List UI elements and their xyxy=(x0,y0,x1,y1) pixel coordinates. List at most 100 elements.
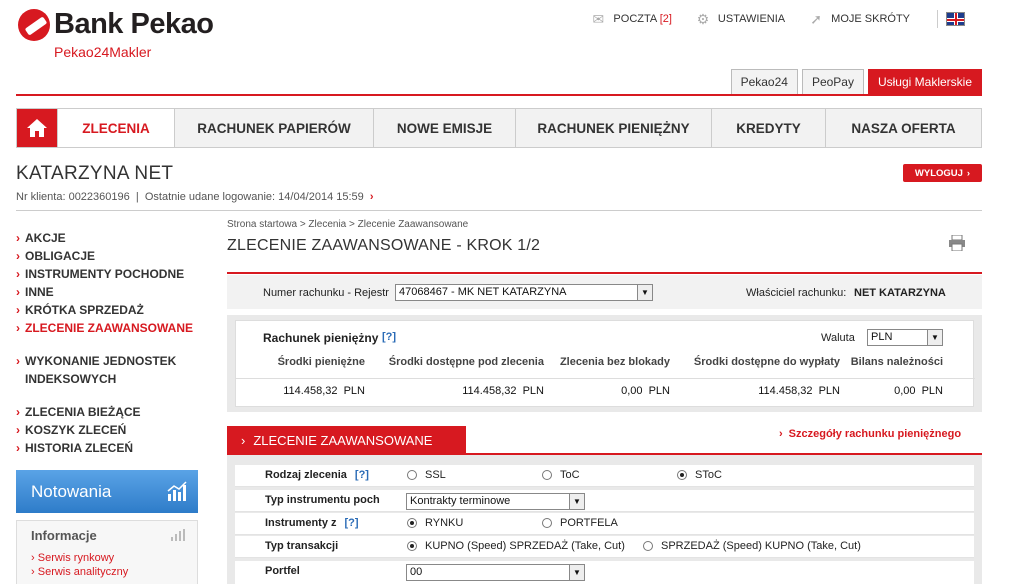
account-select[interactable]: 47068467 - MK NET KATARZYNA ▼ xyxy=(395,284,653,301)
radio-ssl[interactable]: SSL xyxy=(407,469,446,481)
notowania-button[interactable]: Notowania xyxy=(16,470,198,513)
nav-rachunek-pieniezny[interactable]: RACHUNEK PIENIĘŻNY xyxy=(515,109,711,147)
client-number: Nr klienta: 0022360196 xyxy=(16,191,130,203)
value-dostepne-wyplaty: 114.458,32 PLN xyxy=(758,385,840,397)
link-serwis-analityczny[interactable]: › Serwis analityczny xyxy=(31,565,183,579)
radio-sprzedaz-speed[interactable]: SPRZEDAŻ (Speed) KUPNO (Take, Cut) xyxy=(643,540,861,552)
settings-link[interactable]: ⚙ USTAWIENIA xyxy=(694,11,786,27)
sidebar-item-koszyk-zlecen[interactable]: › KOSZYK ZLECEŃ xyxy=(16,421,206,439)
chevron-down-icon: ▼ xyxy=(637,285,652,300)
instruments-from-help[interactable]: [?] xyxy=(345,517,359,529)
details-link[interactable]: › Szczegóły rachunku pieniężnego xyxy=(779,428,967,440)
chevron-down-icon: ▼ xyxy=(927,330,942,345)
mail-link[interactable]: ✉ POCZTA [2] xyxy=(589,12,672,26)
logout-label: WYLOGUJ xyxy=(914,167,963,179)
order-type-label: Rodzaj zlecenia [?] xyxy=(265,469,369,481)
sidebar-item-wykonanie-jednostek[interactable]: › WYKONANIE JEDNOSTEK INDEKSOWYCH xyxy=(16,352,206,388)
header-bilans: Bilans należności xyxy=(850,356,943,368)
tab-uslugi-maklerskie[interactable]: Usługi Maklerskie xyxy=(867,69,982,95)
printer-icon[interactable] xyxy=(948,235,966,251)
value-dostepne-zlecenia: 114.458,32 PLN xyxy=(462,385,544,397)
divider xyxy=(227,272,982,274)
order-form: Rodzaj zlecenia [?] SSL ToC SToC Typ inst… xyxy=(227,455,982,584)
header-divider xyxy=(16,94,982,96)
radio-portfela[interactable]: PORTFELA xyxy=(542,517,618,529)
account-label: Numer rachunku - Rejestr xyxy=(263,287,389,299)
row-instruments-from: Instrumenty z [?] RYNKU PORTFELA xyxy=(235,513,974,535)
radio-kupno-speed[interactable]: KUPNO (Speed) SPRZEDAŻ (Take, Cut) xyxy=(407,540,625,552)
settings-label: USTAWIENIA xyxy=(717,13,786,25)
info-box: Informacje › Serwis rynkowy › Serwis ana… xyxy=(16,520,198,584)
pekao-logo-icon xyxy=(18,9,50,41)
chevron-down-icon: ▼ xyxy=(569,494,584,509)
nav-rachunek-papierow[interactable]: RACHUNEK PAPIERÓW xyxy=(174,109,373,147)
notowania-label: Notowania xyxy=(31,481,112,501)
row-transaction-type: Typ transakcji KUPNO (Speed) SPRZEDAŻ (T… xyxy=(235,536,974,558)
value-srodki: 114.458,32 PLN xyxy=(283,385,365,397)
sidebar-item-historia-zlecen[interactable]: › HISTORIA ZLECEŃ xyxy=(16,439,206,457)
chart-icon xyxy=(167,481,187,501)
nav-kredyty[interactable]: KREDYTY xyxy=(711,109,825,147)
home-icon xyxy=(27,119,47,137)
link-serwis-rynkowy[interactable]: › Serwis rynkowy xyxy=(31,551,183,565)
sidebar-item-obligacje[interactable]: › OBLIGACJE xyxy=(16,247,206,265)
instrument-type-label: Typ instrumentu poch xyxy=(265,494,380,506)
nav-nowe-emisje[interactable]: NOWE EMISJE xyxy=(373,109,515,147)
breadcrumb[interactable]: Strona startowa > Zlecenia > Zlecenie Za… xyxy=(227,219,468,230)
radio-rynku[interactable]: RYNKU xyxy=(407,517,463,529)
sidebar-item-krotka-sprzedaz[interactable]: › KRÓTKA SPRZEDAŻ xyxy=(16,301,206,319)
sidebar-item-zlecenie-zaawansowane[interactable]: › ZLECENIE ZAAWANSOWANE xyxy=(16,319,206,337)
arrow-shortcut-icon: ➚ xyxy=(810,11,823,27)
account-bar: Numer rachunku - Rejestr 47068467 - MK N… xyxy=(227,275,982,309)
tab-zlecenie-zaawansowane[interactable]: › ZLECENIE ZAAWANSOWANE xyxy=(227,426,466,454)
radio-stoc[interactable]: SToC xyxy=(677,469,722,481)
main-nav: ZLECENIA RACHUNEK PAPIERÓW NOWE EMISJE R… xyxy=(16,108,982,148)
money-help[interactable]: [?] xyxy=(382,331,396,343)
portfolio-label: Portfel xyxy=(265,565,300,577)
portal-tabs: Pekao24 PeoPay Usługi Maklerskie xyxy=(730,69,982,95)
owner-value: NET KATARZYNA xyxy=(854,287,946,299)
info-title: Informacje xyxy=(31,528,97,543)
divider xyxy=(236,378,975,379)
bank-logo[interactable]: Bank Pekao Pekao24Makler xyxy=(18,6,218,60)
instrument-type-select[interactable]: Kontrakty terminowe ▼ xyxy=(406,493,585,510)
chevron-right-icon[interactable]: › xyxy=(370,191,374,203)
signal-bars-icon xyxy=(171,529,185,541)
portfolio-value: 00 xyxy=(410,566,423,578)
instrument-type-value: Kontrakty terminowe xyxy=(410,495,511,507)
user-info: Nr klienta: 0022360196 | Ostatnie udane … xyxy=(16,191,374,203)
brand-subtitle: Pekao24Makler xyxy=(54,44,152,60)
envelope-icon: ✉ xyxy=(592,11,605,27)
instruments-from-label: Instrumenty z [?] xyxy=(265,517,359,529)
logout-button[interactable]: WYLOGUJ › xyxy=(903,164,982,182)
shortcuts-label: MOJE SKRÓTY xyxy=(831,13,910,25)
transaction-type-label: Typ transakcji xyxy=(265,540,339,552)
divider xyxy=(937,10,938,28)
money-table: Rachunek pieniężny [?] Waluta PLN ▼ Środ… xyxy=(235,320,975,407)
sidebar-item-akcje[interactable]: › AKCJE xyxy=(16,229,206,247)
owner-label: Właściciel rachunku: xyxy=(746,287,847,299)
row-portfolio: Portfel 00 ▼ xyxy=(235,561,974,584)
nav-zlecenia[interactable]: ZLECENIA xyxy=(57,109,174,147)
gear-icon: ⚙ xyxy=(696,11,710,27)
mail-label: POCZTA xyxy=(613,13,657,25)
sidebar-item-inne[interactable]: › INNE xyxy=(16,283,206,301)
tab-pekao24[interactable]: Pekao24 xyxy=(730,69,798,95)
uk-flag-icon[interactable] xyxy=(946,12,965,26)
portfolio-select[interactable]: 00 ▼ xyxy=(406,564,585,581)
sidebar-item-instrumenty-pochodne[interactable]: › INSTRUMENTY POCHODNE xyxy=(16,265,206,283)
chevron-right-icon: › xyxy=(241,432,246,448)
value-bilans: 0,00 PLN xyxy=(894,385,943,397)
home-button[interactable] xyxy=(17,109,57,147)
currency-select[interactable]: PLN ▼ xyxy=(867,329,943,346)
currency-select-value: PLN xyxy=(871,331,893,343)
nav-nasza-oferta[interactable]: NASZA OFERTA xyxy=(825,109,981,147)
shortcuts-link[interactable]: ➚ MOJE SKRÓTY xyxy=(807,12,910,26)
chevron-down-icon: ▼ xyxy=(569,565,584,580)
last-login: Ostatnie udane logowanie: 14/04/2014 15:… xyxy=(144,191,364,203)
sidebar-item-zlecenia-biezace[interactable]: › ZLECENIA BIEŻĄCE xyxy=(16,403,206,421)
account-select-value: 47068467 - MK NET KATARZYNA xyxy=(399,286,567,298)
order-type-help[interactable]: [?] xyxy=(355,469,369,481)
radio-toc[interactable]: ToC xyxy=(542,469,580,481)
tab-peopay[interactable]: PeoPay xyxy=(801,69,864,95)
